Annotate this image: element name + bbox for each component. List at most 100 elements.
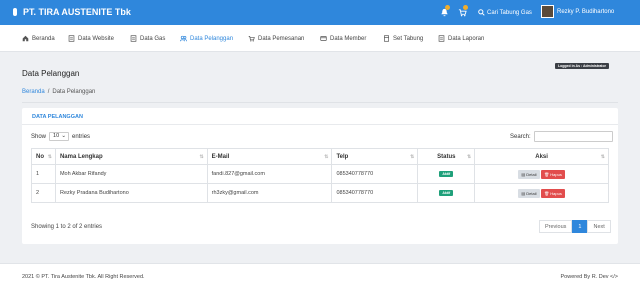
- entries-label: entries: [72, 133, 91, 140]
- page-1-button[interactable]: 1: [572, 220, 588, 233]
- detail-button[interactable]: ▤ Detail: [518, 169, 540, 179]
- header-label: E-Mail: [211, 153, 230, 160]
- detail-button[interactable]: ▤ Detail: [518, 188, 540, 198]
- column-header-email[interactable]: E-Mail ⇅: [206, 148, 333, 165]
- breadcrumb-current: Data Pelanggan: [52, 89, 96, 95]
- top-navbar: PT. TIRA AUSTENITE Tbk Cari Tabung Gas R…: [0, 0, 640, 25]
- header-label: Telp: [336, 153, 349, 160]
- table-row: 1 Moh Akbar Rifandy fandi.827@gmail.com …: [31, 164, 609, 184]
- cell-no: 1: [31, 164, 56, 184]
- sort-icon: ⇅: [600, 154, 605, 160]
- header-label: Status: [437, 153, 456, 160]
- cell-name: Rezky Pradana Budihartono: [54, 183, 208, 203]
- status-badge: Aktif: [439, 190, 454, 196]
- sort-icon: ⇅: [410, 154, 415, 160]
- menu-data-pelanggan[interactable]: Data Pelanggan: [180, 25, 233, 52]
- menu-label: Data Pemesanan: [258, 35, 305, 42]
- card-title: DATA PELANGGAN: [32, 114, 83, 120]
- menu-label: Data Laporan: [448, 35, 485, 42]
- breadcrumb-separator: /: [47, 89, 50, 95]
- status-badge: Aktif: [439, 171, 454, 177]
- avatar: [541, 5, 554, 18]
- divider: [22, 124, 618, 125]
- next-button[interactable]: Next: [587, 220, 611, 233]
- divider: [22, 102, 618, 103]
- table-search: Search:: [510, 131, 613, 142]
- column-header-status[interactable]: Status ⇅: [417, 148, 476, 165]
- delete-button[interactable]: 🗑 Hapus: [541, 188, 565, 198]
- menu-data-pemesanan[interactable]: Data Pemesanan: [248, 25, 304, 52]
- document-icon: [68, 35, 75, 42]
- cart-icon: [248, 36, 255, 42]
- cell-actions: ▤ Detail 🗑 Hapus: [474, 164, 609, 184]
- main-menu: Beranda Data Website Data Gas Data Pelan…: [0, 25, 640, 52]
- delete-button[interactable]: 🗑 Hapus: [541, 169, 565, 179]
- menu-label: Data Pelanggan: [190, 35, 234, 42]
- pagination: Previous 1 Next: [539, 220, 611, 233]
- document-icon: [438, 35, 445, 42]
- menu-data-member[interactable]: Data Member: [320, 25, 366, 52]
- detail-label: Detail: [526, 190, 537, 196]
- chevron-down-icon: ⌄: [61, 133, 67, 139]
- menu-data-gas[interactable]: Data Gas: [130, 25, 165, 52]
- customer-card: DATA PELANGGAN Show 10 ⌄ entries Search:…: [22, 108, 618, 244]
- previous-button[interactable]: Previous: [539, 220, 573, 233]
- cart-badge: [463, 5, 468, 10]
- user-menu[interactable]: Rezky P. Budihartono: [541, 5, 614, 18]
- detail-label: Detail: [526, 171, 537, 177]
- delete-label: Hapus: [550, 190, 562, 196]
- menu-label: Data Gas: [140, 35, 166, 42]
- cell-name: Moh Akbar Rifandy: [54, 164, 208, 184]
- cell-email: rh3zky@gmail.com: [206, 183, 333, 203]
- menu-set-tabung[interactable]: Set Tabung: [383, 25, 423, 52]
- menu-label: Beranda: [32, 35, 55, 42]
- sort-icon: ⇅: [47, 154, 52, 160]
- cylinder-icon: [384, 35, 389, 42]
- powered-by: Powered By R. Dev </>: [560, 274, 618, 280]
- menu-label: Data Website: [78, 35, 114, 42]
- cell-status: Aktif: [417, 183, 476, 203]
- show-label: Show: [31, 133, 47, 140]
- table-row: 2 Rezky Pradana Budihartono rh3zky@gmail…: [31, 183, 609, 203]
- entries-select[interactable]: 10 ⌄: [49, 132, 70, 141]
- brand-label: PT. TIRA AUSTENITE Tbk: [23, 7, 131, 17]
- cylinder-icon: [13, 8, 17, 16]
- menu-label: Data Member: [330, 35, 367, 42]
- sort-icon: ⇅: [467, 154, 472, 160]
- menu-label: Set Tabung: [393, 35, 424, 42]
- column-header-no[interactable]: No ⇅: [31, 148, 56, 165]
- search-gas-link[interactable]: Cari Tabung Gas: [478, 9, 532, 16]
- menu-data-laporan[interactable]: Data Laporan: [438, 25, 484, 52]
- column-header-nama[interactable]: Nama Lengkap ⇅: [54, 148, 208, 165]
- entries-length: Show 10 ⌄ entries: [31, 132, 90, 141]
- column-header-aksi[interactable]: Aksi ⇅: [474, 148, 609, 165]
- sort-icon: ⇅: [199, 154, 204, 160]
- card-icon: [320, 36, 327, 41]
- user-name: Rezky P. Budihartono: [557, 8, 615, 15]
- cell-email: fandi.827@gmail.com: [206, 164, 333, 184]
- menu-beranda[interactable]: Beranda: [22, 25, 55, 52]
- column-header-telp[interactable]: Telp ⇅: [331, 148, 419, 165]
- entries-value: 10: [53, 133, 60, 139]
- cell-actions: ▤ Detail 🗑 Hapus: [474, 183, 609, 203]
- header-label: Nama Lengkap: [59, 153, 103, 160]
- footer: 2021 © PT. Tira Austenite Tbk. All Right…: [0, 263, 640, 290]
- cell-telp: 085340778770: [331, 164, 419, 184]
- notification-badge: [445, 5, 450, 10]
- delete-label: Hapus: [550, 171, 562, 177]
- cell-no: 2: [31, 183, 56, 203]
- users-icon: [180, 35, 187, 42]
- search-gas-label: Cari Tabung Gas: [487, 9, 532, 16]
- table-info: Showing 1 to 2 of 2 entries: [31, 224, 103, 230]
- menu-data-website[interactable]: Data Website: [68, 25, 114, 52]
- breadcrumb-home[interactable]: Beranda: [22, 89, 45, 95]
- search-input[interactable]: [533, 131, 613, 142]
- brand[interactable]: PT. TIRA AUSTENITE Tbk: [10, 7, 131, 17]
- logged-in-badge: Logged in As : Administrator: [555, 63, 609, 69]
- table-header-row: No ⇅ Nama Lengkap ⇅ E-Mail ⇅ Telp ⇅ Status ⇅ …: [31, 148, 609, 165]
- breadcrumb: Beranda / Data Pelanggan: [22, 89, 95, 95]
- header-label: No: [36, 153, 44, 160]
- cell-telp: 085340778770: [331, 183, 419, 203]
- sort-icon: ⇅: [324, 154, 329, 160]
- search-icon: [478, 9, 485, 16]
